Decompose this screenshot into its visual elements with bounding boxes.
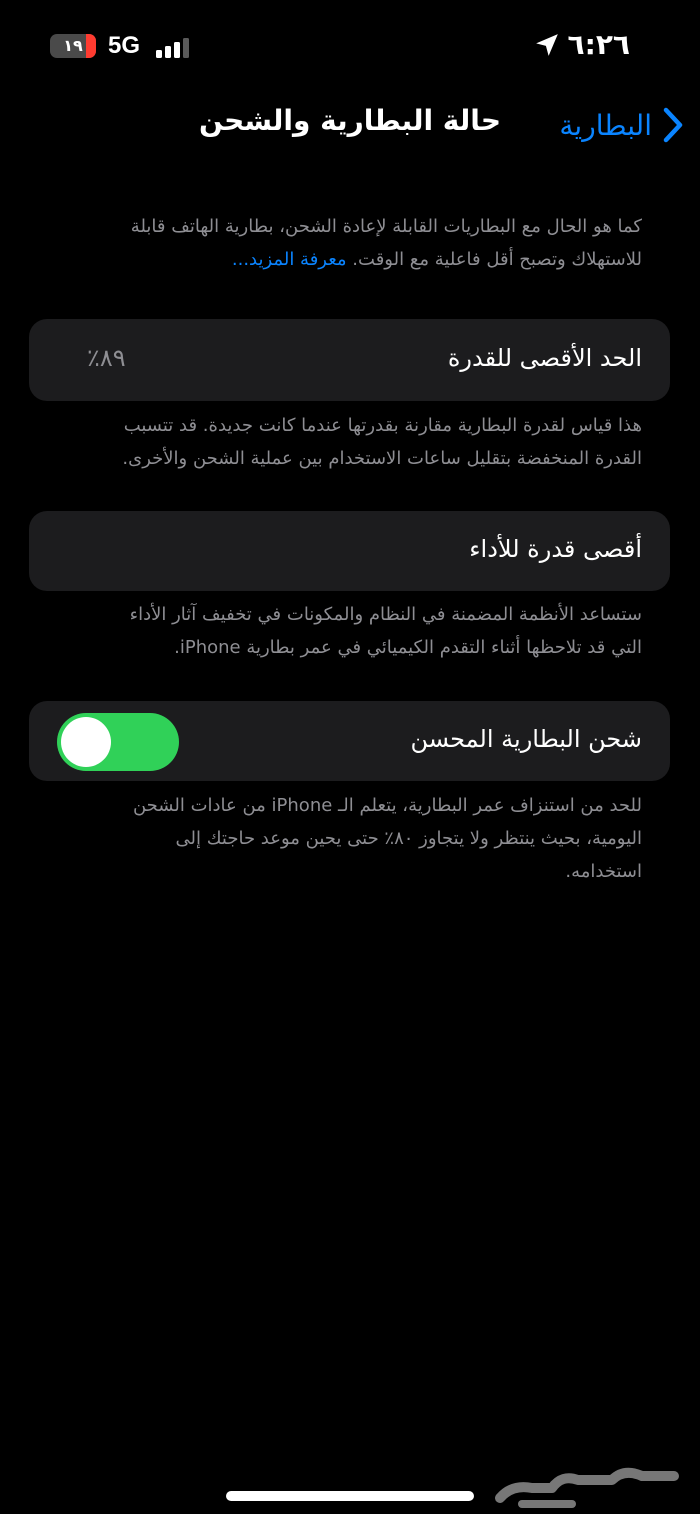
- battery-icon: ١٩: [50, 34, 96, 58]
- peak-performance-footnote-line-1: ستساعد الأنظمة المضمنة في النظام والمكون…: [129, 604, 642, 625]
- optimized-charging-footnote-line-3: استخدامه.: [565, 861, 642, 882]
- peak-performance-label: أقصى قدرة للأداء: [469, 535, 642, 563]
- status-time: ٦:٢٦: [567, 28, 630, 61]
- chevron-right-icon: [663, 107, 683, 143]
- back-button[interactable]: البطارية: [559, 100, 684, 150]
- max-capacity-footnote-line-1: هذا قياس لقدرة البطارية مقارنة بقدرتها ع…: [123, 415, 642, 436]
- intro-line-2: للاستهلاك وتصبح أقل فاعلية مع الوقت. معر…: [58, 243, 642, 276]
- page-title: حالة البطارية والشحن: [198, 104, 501, 137]
- battery-level: ١٩: [63, 36, 83, 55]
- optimized-charging-row: شحن البطارية المحسن: [29, 701, 670, 781]
- optimized-charging-footnote: للحد من استنزاف عمر البطارية، يتعلم الـ …: [58, 789, 642, 888]
- peak-performance-footnote-line-2: التي قد تلاحظها أثناء التقدم الكيميائي ف…: [174, 637, 642, 658]
- intro-line-1: كما هو الحال مع البطاريات القابلة لإعادة…: [130, 216, 642, 237]
- peak-performance-row: أقصى قدرة للأداء: [29, 511, 670, 591]
- back-label: البطارية: [559, 108, 652, 142]
- haraj-watermark-logo: [495, 1467, 679, 1508]
- optimized-charging-label: شحن البطارية المحسن: [410, 725, 642, 753]
- network-type: 5G: [108, 32, 141, 59]
- toggle-knob: [61, 717, 111, 767]
- max-capacity-label: الحد الأقصى للقدرة: [447, 344, 642, 372]
- intro-text: كما هو الحال مع البطاريات القابلة لإعادة…: [58, 210, 642, 276]
- home-indicator[interactable]: [226, 1491, 474, 1501]
- optimized-charging-footnote-line-1: للحد من استنزاف عمر البطارية، يتعلم الـ …: [132, 795, 642, 816]
- max-capacity-value: ٨٩٪: [87, 344, 126, 372]
- optimized-charging-footnote-line-2: اليومية، بحيث ينتظر ولا يتجاوز ٨٠٪ حتى ي…: [175, 828, 642, 849]
- intro-line-2-text: للاستهلاك وتصبح أقل فاعلية مع الوقت.: [352, 249, 642, 270]
- max-capacity-footnote-line-2: القدرة المنخفضة بتقليل ساعات الاستخدام ب…: [122, 448, 642, 469]
- max-capacity-footnote: هذا قياس لقدرة البطارية مقارنة بقدرتها ع…: [58, 409, 642, 475]
- optimized-charging-toggle[interactable]: [57, 713, 179, 771]
- signal-bars-icon: [156, 38, 190, 58]
- location-arrow-icon: [536, 34, 558, 56]
- peak-performance-footnote: ستساعد الأنظمة المضمنة في النظام والمكون…: [58, 598, 642, 664]
- learn-more-link[interactable]: معرفة المزيد...: [232, 249, 347, 270]
- max-capacity-row: الحد الأقصى للقدرة ٨٩٪: [29, 319, 670, 401]
